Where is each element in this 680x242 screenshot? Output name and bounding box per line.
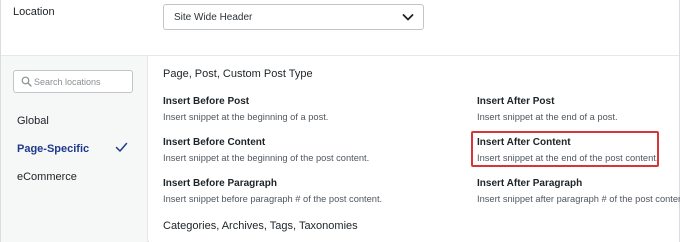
option-description: Insert snippet at the end of a post. — [477, 112, 618, 122]
option-insert-before-paragraph[interactable]: Insert Before Paragraph Insert snippet b… — [163, 178, 382, 204]
search-box — [13, 70, 133, 93]
location-row: Location Site Wide Header — [1, 0, 679, 55]
location-label: Location — [13, 6, 55, 18]
location-select[interactable]: Site Wide Header — [163, 4, 424, 30]
checkmark-icon — [115, 142, 128, 152]
location-select-value: Site Wide Header — [174, 12, 253, 23]
option-insert-after-paragraph[interactable]: Insert After Paragraph Insert snippet af… — [477, 178, 680, 204]
highlight-box — [471, 131, 659, 167]
option-description: Insert snippet before paragraph # of the… — [163, 194, 383, 204]
chevron-down-icon — [402, 14, 414, 21]
section-title: Categories, Archives, Tags, Taxonomies — [163, 220, 358, 232]
option-description: Insert snippet at the beginning of the p… — [163, 153, 370, 163]
option-insert-before-post[interactable]: Insert Before Post Insert snippet at the… — [163, 96, 328, 122]
option-title: Insert Before Post — [163, 96, 250, 107]
option-insert-before-content[interactable]: Insert Before Content Insert snippet at … — [163, 137, 369, 163]
option-title: Insert Before Content — [163, 137, 266, 148]
option-title: Insert Before Paragraph — [163, 178, 277, 189]
option-title: Insert After Paragraph — [477, 178, 583, 189]
sidebar-item-ecommerce[interactable]: eCommerce — [17, 171, 77, 183]
search-icon — [21, 76, 32, 87]
option-description: Insert snippet at the beginning of a pos… — [163, 112, 329, 122]
search-input[interactable] — [34, 74, 130, 90]
option-description: Insert snippet after paragraph # of the … — [477, 194, 680, 204]
option-title: Insert After Post — [477, 96, 555, 107]
location-options: Page, Post, Custom Post Type Insert Befo… — [149, 56, 680, 242]
option-insert-after-post[interactable]: Insert After Post Insert snippet at the … — [477, 96, 618, 122]
section-title: Page, Post, Custom Post Type — [163, 68, 313, 80]
location-sidebar: Global Page-Specific eCommerce — [1, 56, 148, 242]
insertion-location-panel: Location Site Wide Header Global Page-Sp… — [0, 0, 680, 242]
sidebar-item-page-specific[interactable]: Page-Specific — [17, 143, 89, 155]
sidebar-item-global[interactable]: Global — [17, 115, 49, 127]
